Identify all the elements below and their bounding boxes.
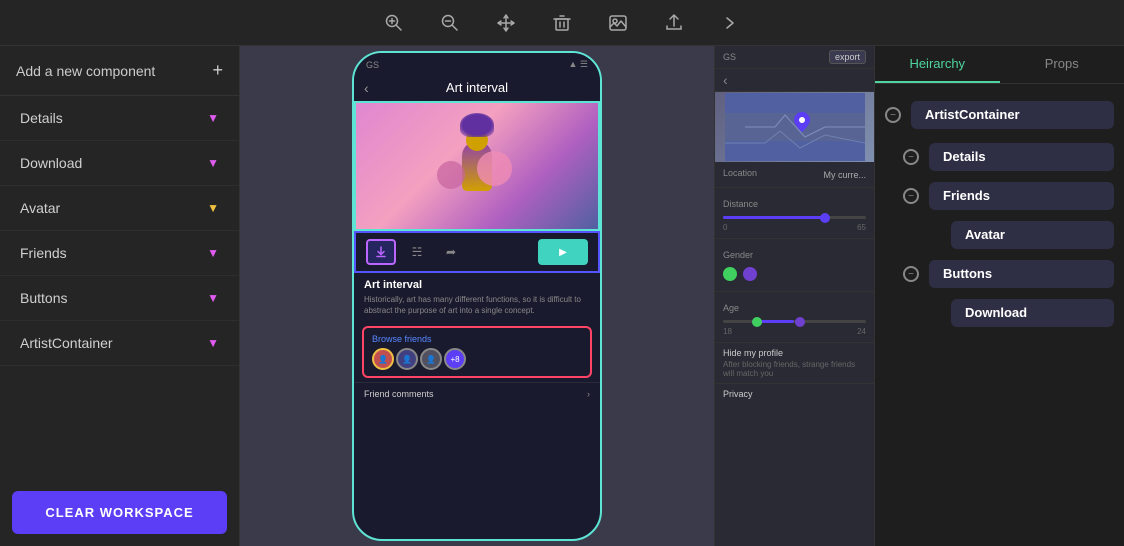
phone-status-bar: GS ▲ ☰ (354, 53, 600, 76)
hierarchy-row-artist-container[interactable]: − ArtistContainer (875, 94, 1124, 136)
age-slider[interactable] (723, 320, 866, 323)
avatar: 👤 (396, 348, 418, 370)
phone-comments-row[interactable]: Friend comments › (354, 382, 600, 405)
tab-props[interactable]: Props (1000, 46, 1124, 83)
phone-art-desc: Historically, art has many different fun… (364, 294, 590, 316)
image-icon[interactable] (606, 11, 630, 35)
privacy-label: Privacy (723, 389, 866, 399)
forward-share-icon[interactable]: ➦ (438, 239, 464, 265)
download-action-button[interactable] (366, 239, 396, 265)
gender-label: Gender (723, 250, 753, 260)
hide-profile-label: Hide my profile (723, 348, 866, 358)
zoom-out-icon[interactable] (438, 11, 462, 35)
play-button[interactable]: ▶ (538, 239, 588, 265)
avatar: 👤 (372, 348, 394, 370)
chevron-down-icon: ▼ (207, 201, 219, 215)
clear-workspace-button[interactable]: CLEAR WORKSPACE (12, 491, 227, 534)
collapse-friends[interactable]: − (903, 188, 919, 204)
age-max: 24 (857, 327, 866, 336)
delete-icon[interactable] (550, 11, 574, 35)
move-icon[interactable] (494, 11, 518, 35)
sidebar-item-avatar[interactable]: Avatar ▼ (0, 186, 239, 231)
hierarchy-row-download[interactable]: Download (875, 294, 1124, 332)
phone-action-bar: ☵ ➦ ▶ (354, 231, 600, 273)
hide-profile-sublabel: After blocking friends, strange friends … (723, 360, 866, 378)
phone-friends-section: Browse friends 👤 👤 👤 +8 (362, 326, 592, 378)
chevron-down-icon: ▼ (207, 246, 219, 260)
collapse-artist-container[interactable]: − (885, 107, 901, 123)
privacy-row: Privacy (715, 384, 874, 404)
hierarchy-tabs: Heirarchy Props (875, 46, 1124, 84)
avatar-count: +8 (444, 348, 466, 370)
distance-max: 65 (857, 223, 866, 232)
hierarchy-row-friends[interactable]: − Friends (875, 177, 1124, 215)
distance-slider[interactable] (723, 216, 866, 219)
gender-female-dot[interactable] (723, 267, 737, 281)
chevron-down-icon: ▼ (207, 336, 219, 350)
phone-back-arrow[interactable]: ‹ (364, 80, 369, 96)
export-badge[interactable]: export (829, 50, 866, 64)
phone-screen-title-text: Art interval (446, 80, 508, 95)
main-layout: Add a new component + Details ▼ Download… (0, 46, 1124, 546)
sidebar-item-download[interactable]: Download ▼ (0, 141, 239, 186)
hierarchy-panel: Heirarchy Props − ArtistContainer − Deta… (874, 46, 1124, 546)
phone-art-title: Art interval (364, 279, 590, 291)
gender-male-dot[interactable] (743, 267, 757, 281)
share-icon[interactable]: ☵ (404, 239, 430, 265)
map-pin (794, 112, 810, 137)
phone-mockup: GS ▲ ☰ ‹ Art interval (352, 51, 602, 541)
age-filter-row: Age 18 24 (715, 292, 874, 343)
distance-filter-row: Distance 0 65 (715, 188, 874, 239)
add-component-label: Add a new component (16, 63, 155, 79)
distance-min: 0 (723, 223, 727, 232)
hide-profile-row: Hide my profile After blocking friends, … (715, 343, 874, 384)
collapse-buttons[interactable]: − (903, 266, 919, 282)
location-value: My curre... (823, 170, 866, 180)
filter-gs-label: GS (723, 52, 736, 62)
phone-comments-arrow: › (587, 389, 590, 399)
chevron-down-icon: ▼ (207, 291, 219, 305)
sidebar-item-details[interactable]: Details ▼ (0, 96, 239, 141)
phone-title-bar: ‹ Art interval (354, 76, 600, 101)
canvas: GS ▲ ☰ ‹ Art interval (240, 46, 714, 546)
phone-art-section: Art interval Historically, art has many … (354, 273, 600, 322)
zoom-in-icon[interactable] (382, 11, 406, 35)
sidebar-item-artist-container[interactable]: ArtistContainer ▼ (0, 321, 239, 366)
sidebar-items-list: Details ▼ Download ▼ Avatar ▼ Friends ▼ … (0, 96, 239, 479)
hierarchy-row-buttons[interactable]: − Buttons (875, 255, 1124, 293)
filter-panel: GS export ‹ Location (714, 46, 874, 546)
tab-hierarchy[interactable]: Heirarchy (875, 46, 1000, 83)
add-component-button[interactable]: + (212, 60, 223, 81)
hierarchy-row-details[interactable]: − Details (875, 138, 1124, 176)
toolbar (0, 0, 1124, 46)
collapse-details[interactable]: − (903, 149, 919, 165)
phone-comments-label: Friend comments (364, 389, 434, 399)
age-label: Age (723, 303, 739, 313)
chevron-down-icon: ▼ (207, 111, 219, 125)
age-min: 18 (723, 327, 732, 336)
hierarchy-row-avatar[interactable]: Avatar (875, 216, 1124, 254)
sidebar-item-buttons[interactable]: Buttons ▼ (0, 276, 239, 321)
location-filter-row: Location My curre... (715, 162, 874, 188)
map-thumbnail (715, 92, 874, 162)
phone-status-icons: ▲ ☰ (569, 59, 588, 70)
sidebar-header: Add a new component + (0, 46, 239, 96)
forward-icon[interactable] (718, 11, 742, 35)
gender-filter-row: Gender (715, 239, 874, 292)
chevron-down-icon: ▼ (207, 156, 219, 170)
avatar: 👤 (420, 348, 442, 370)
sidebar: Add a new component + Details ▼ Download… (0, 46, 240, 546)
filter-back-arrow[interactable]: ‹ (723, 72, 728, 88)
map-top-bar: GS export (715, 46, 874, 69)
phone-avatars: 👤 👤 👤 +8 (372, 348, 582, 370)
distance-label: Distance (723, 199, 758, 209)
phone-friends-title: Browse friends (372, 334, 582, 344)
phone-carrier: GS (366, 60, 379, 70)
hierarchy-content: − ArtistContainer − Details − Friends (875, 84, 1124, 546)
sidebar-item-friends[interactable]: Friends ▼ (0, 231, 239, 276)
export-icon[interactable] (662, 11, 686, 35)
location-label: Location (723, 168, 757, 178)
phone-hero-image (354, 101, 600, 231)
